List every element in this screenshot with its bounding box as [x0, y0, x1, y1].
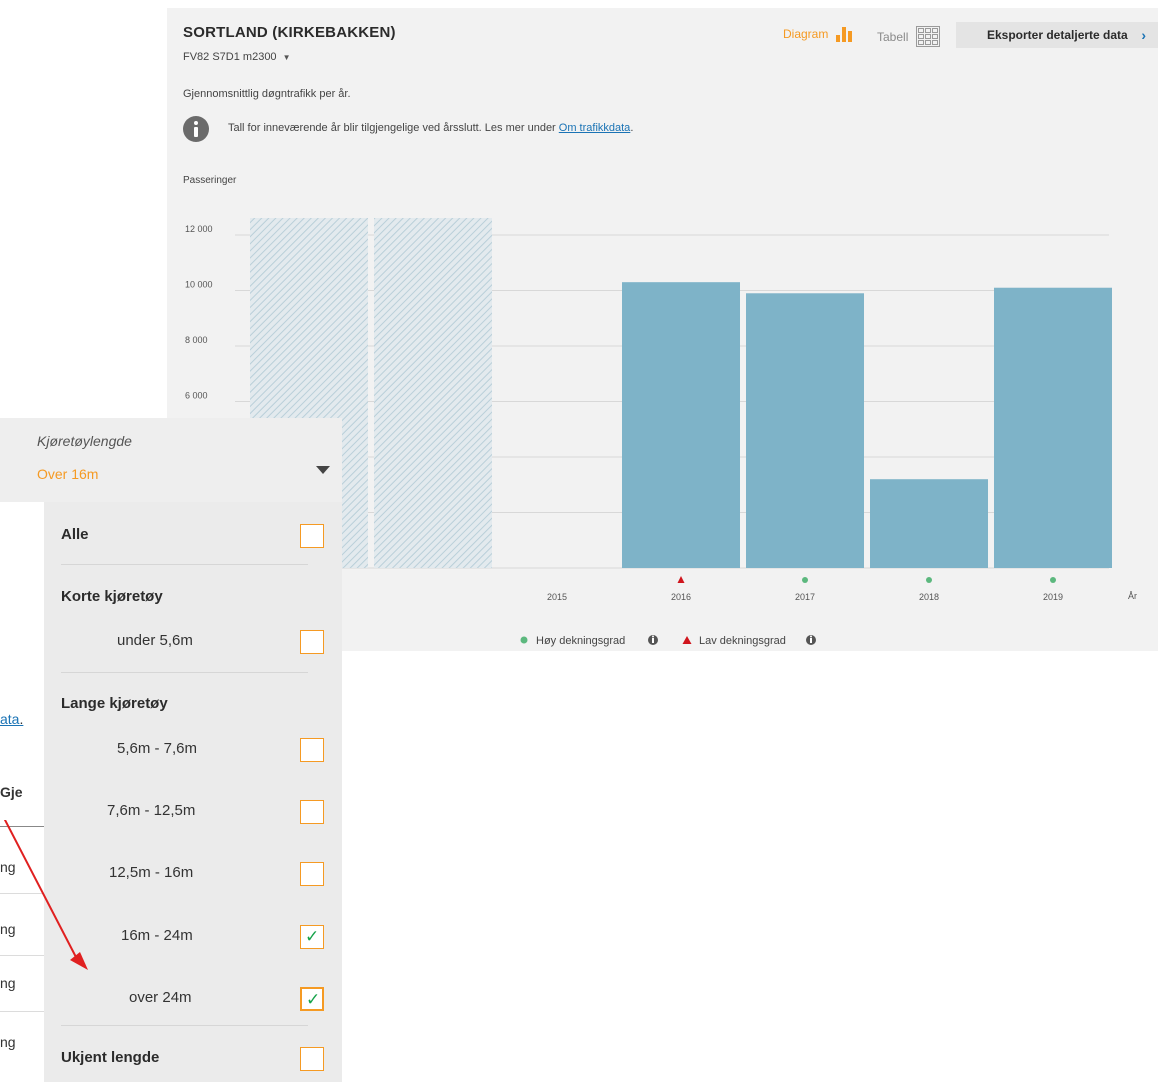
coverage-low-marker [677, 576, 685, 583]
option-checkbox[interactable] [300, 630, 324, 654]
peek-heading: Gje [0, 784, 23, 800]
option-over-24m[interactable]: over 24m ✓ [44, 977, 342, 1017]
legend: Høy dekningsgrad Lav dekningsgrad [520, 635, 816, 647]
option-label: Alle [61, 526, 89, 543]
peek-link-text: ata [0, 711, 20, 727]
option-checkbox[interactable] [300, 1047, 324, 1071]
option-checkbox[interactable]: ✓ [300, 987, 324, 1011]
info-icon-dot [652, 635, 654, 638]
option-checkbox[interactable]: ✓ [300, 925, 324, 949]
option-label: 7,6m - 12,5m [107, 802, 196, 819]
x-axis-title: År [1128, 591, 1137, 601]
annotation-arrow [3, 820, 88, 970]
option-label: over 24m [129, 989, 192, 1006]
option-label: 12,5m - 16m [109, 864, 194, 881]
y-tick-labels: 12 000 10 000 8 000 6 000 [185, 224, 213, 401]
menu-divider [61, 1025, 308, 1026]
legend-label: Høy dekningsgrad [536, 635, 625, 647]
peek-separator [0, 1011, 44, 1012]
coverage-high-marker [1050, 577, 1056, 583]
coverage-high-marker [802, 577, 808, 583]
group-lange-kjoretoy: Lange kjøretøy [61, 695, 168, 712]
option-label: under 5,6m [117, 632, 193, 649]
option-checkbox[interactable] [300, 738, 324, 762]
x-tick-label: 2018 [919, 592, 939, 602]
hatched-bar-2014 [374, 218, 492, 568]
group-korte-kjoretoy: Korte kjøretøy [61, 588, 163, 605]
coverage-markers [677, 576, 1056, 583]
vehicle-length-filter[interactable]: Kjøretøylengde Over 16m [0, 418, 342, 502]
checkmark-icon: ✓ [305, 927, 320, 946]
legend-high-marker [520, 636, 528, 644]
peek-link[interactable]: ata. [0, 711, 23, 727]
info-icon-stem [652, 638, 654, 643]
x-tick-label: 2017 [795, 592, 815, 602]
option-ukjent-lengde[interactable]: Ukjent lengde [44, 1037, 342, 1077]
bar-2017 [746, 293, 864, 568]
bar-2018 [870, 479, 988, 568]
y-tick-label: 12 000 [185, 224, 213, 234]
x-tick-label: 2019 [1043, 592, 1063, 602]
peek-row: ng [0, 1034, 16, 1050]
y-axis-title: Passeringer [183, 175, 237, 186]
option-checkbox[interactable] [300, 862, 324, 886]
filter-label: Kjøretøylengde [37, 433, 132, 449]
option-checkbox[interactable] [300, 800, 324, 824]
option-label: 16m - 24m [121, 927, 193, 944]
x-tick-labels: 201520162017201820192020 [547, 592, 1063, 602]
legend-low-marker [682, 636, 692, 644]
option-under-5-6m[interactable]: under 5,6m [44, 620, 342, 660]
y-tick-label: 6 000 [185, 391, 208, 401]
checkmark-icon: ✓ [306, 990, 321, 1009]
option-alle[interactable]: Alle [44, 514, 342, 554]
vehicle-length-menu: Alle Korte kjøretøy under 5,6m Lange kjø… [44, 502, 342, 1082]
menu-divider [61, 564, 308, 565]
bar-2016 [622, 282, 740, 568]
info-icon-stem [810, 638, 812, 643]
option-5-6m-7-6m[interactable]: 5,6m - 7,6m [44, 728, 342, 768]
y-tick-label: 8 000 [185, 335, 208, 345]
bars [250, 218, 1112, 568]
filter-selected-value: Over 16m [37, 466, 99, 482]
option-label: 5,6m - 7,6m [117, 740, 198, 757]
coverage-high-marker [926, 577, 932, 583]
x-tick-label: 2015 [547, 592, 567, 602]
legend-label: Lav dekningsgrad [699, 635, 786, 647]
bar-2019 [994, 287, 1112, 568]
caret-down-icon[interactable] [316, 466, 330, 474]
option-checkbox[interactable] [300, 524, 324, 548]
menu-divider [61, 672, 308, 673]
info-icon-dot [810, 635, 812, 638]
option-label: Ukjent lengde [61, 1049, 160, 1066]
y-tick-label: 10 000 [185, 280, 213, 290]
x-tick-label: 2016 [671, 592, 691, 602]
